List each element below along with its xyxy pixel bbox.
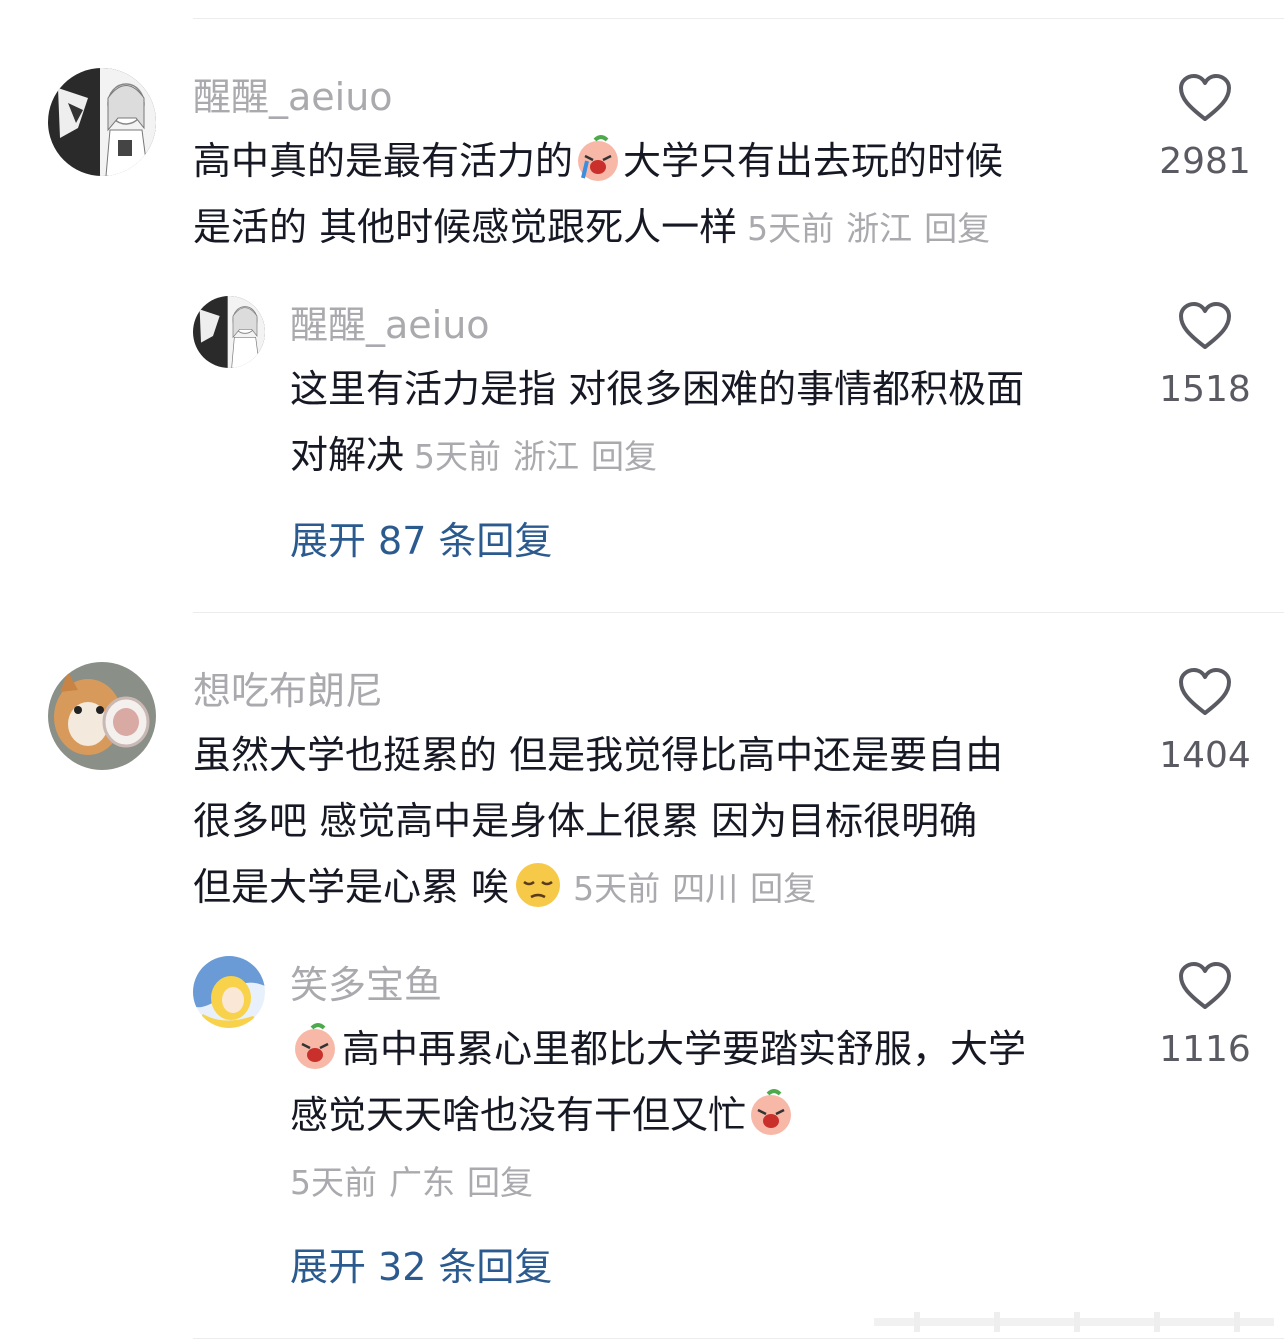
comment-username[interactable]: 想吃布朗尼 [193,672,383,710]
divider-middle [193,612,1284,613]
heart-icon [1179,668,1231,715]
comment-text: 高中真的是最有活力的 大学只有出去玩的时候 是活的 其他时候感觉跟死人一样 5天前浙… [193,128,1003,262]
reply-text-line: 对解决 [290,433,405,477]
comment-meta: 5天前 浙江 回复 [747,209,990,248]
avatar-manga-image [193,296,265,368]
reply-avatar[interactable] [193,956,265,1028]
expand-replies-button[interactable]: 展开 87 条回复 [290,522,552,560]
comment-location: 浙江 [846,209,913,248]
reply-meta: 5天前 广东 回复 [290,1163,533,1202]
reply-username[interactable]: 笑多宝鱼 [290,966,442,1004]
pensive-face-emoji [513,860,563,910]
heart-icon [1179,74,1231,121]
like-button[interactable] [1178,74,1232,122]
comment-text-line: 虽然大学也挺累的 但是我觉得比高中还是要自由 [193,733,1004,777]
like-count: 2981 [1159,141,1251,182]
crying-face-emoji [290,1022,340,1072]
reply-text-line: 感觉天天啥也没有干但又忙 [290,1093,747,1137]
like-count: 1404 [1159,735,1251,776]
heart-icon [1179,302,1231,349]
comment-time: 5天前 [747,209,835,248]
comment-text-line: 大学只有出去玩的时候 [623,139,1004,183]
reply-avatar[interactable] [193,296,265,368]
watermark-image [874,1312,1274,1332]
reply-text-line: 这里有活力是指 对很多困难的事情都积极面 [290,367,1025,411]
reply-button[interactable]: 回复 [467,1163,533,1202]
expand-count: 87 [378,519,427,563]
comment-text-line: 是活的 其他时候感觉跟死人一样 [193,205,738,249]
avatar[interactable] [48,68,156,176]
reply-button[interactable]: 回复 [591,437,657,476]
reply-username[interactable]: 醒醒_aeiuo [290,306,490,344]
like-count: 1518 [1159,369,1251,410]
reply-button[interactable]: 回复 [750,869,816,908]
avatar-illustration-image [193,956,265,1028]
comment-text-line: 但是大学是心累 唉 [193,865,510,909]
like-button[interactable] [1178,962,1232,1010]
comment-meta: 5天前 四川 回复 [573,869,816,908]
reply-text: 这里有活力是指 对很多困难的事情都积极面 对解决 5天前 浙江 回复 [290,356,1024,490]
reply-location: 广东 [389,1163,455,1202]
expand-suffix: 条回复 [438,1245,553,1289]
crying-face-emoji [573,134,623,184]
avatar[interactable] [48,662,156,770]
avatar-cat-image [48,662,156,770]
comment-time: 5天前 [573,869,661,908]
crying-face-emoji [746,1088,796,1138]
expand-label: 展开 [290,1245,367,1289]
comment-text-line: 很多吧 感觉高中是身体上很累 因为目标很明确 [193,799,978,843]
reply-meta: 5天前 浙江 回复 [414,437,657,476]
reply-location: 浙江 [513,437,580,476]
avatar-manga-image [48,68,156,176]
like-button[interactable] [1178,668,1232,716]
comment-text: 虽然大学也挺累的 但是我觉得比高中还是要自由 很多吧 感觉高中是身体上很累 因为… [193,722,1003,922]
expand-label: 展开 [290,519,367,563]
expand-count: 32 [378,1245,427,1289]
divider-top [193,18,1284,19]
heart-icon [1179,962,1231,1009]
like-button[interactable] [1178,302,1232,350]
reply-text: 高中再累心里都比大学要踏实舒服，大学 感觉天天啥也没有干但又忙 5天前 广东 回复 [290,1016,1026,1216]
divider-bottom [193,1338,1284,1339]
expand-suffix: 条回复 [438,519,553,563]
expand-replies-button[interactable]: 展开 32 条回复 [290,1248,552,1286]
reply-text-line: 高中再累心里都比大学要踏实舒服，大学 [342,1027,1027,1071]
reply-button[interactable]: 回复 [924,209,990,248]
comment-text-line: 高中真的是最有活力的 [193,139,574,183]
reply-time: 5天前 [290,1163,377,1202]
comment-username[interactable]: 醒醒_aeiuo [193,78,393,116]
like-count: 1116 [1159,1029,1251,1070]
comment-location: 四川 [672,869,739,908]
reply-time: 5天前 [414,437,502,476]
